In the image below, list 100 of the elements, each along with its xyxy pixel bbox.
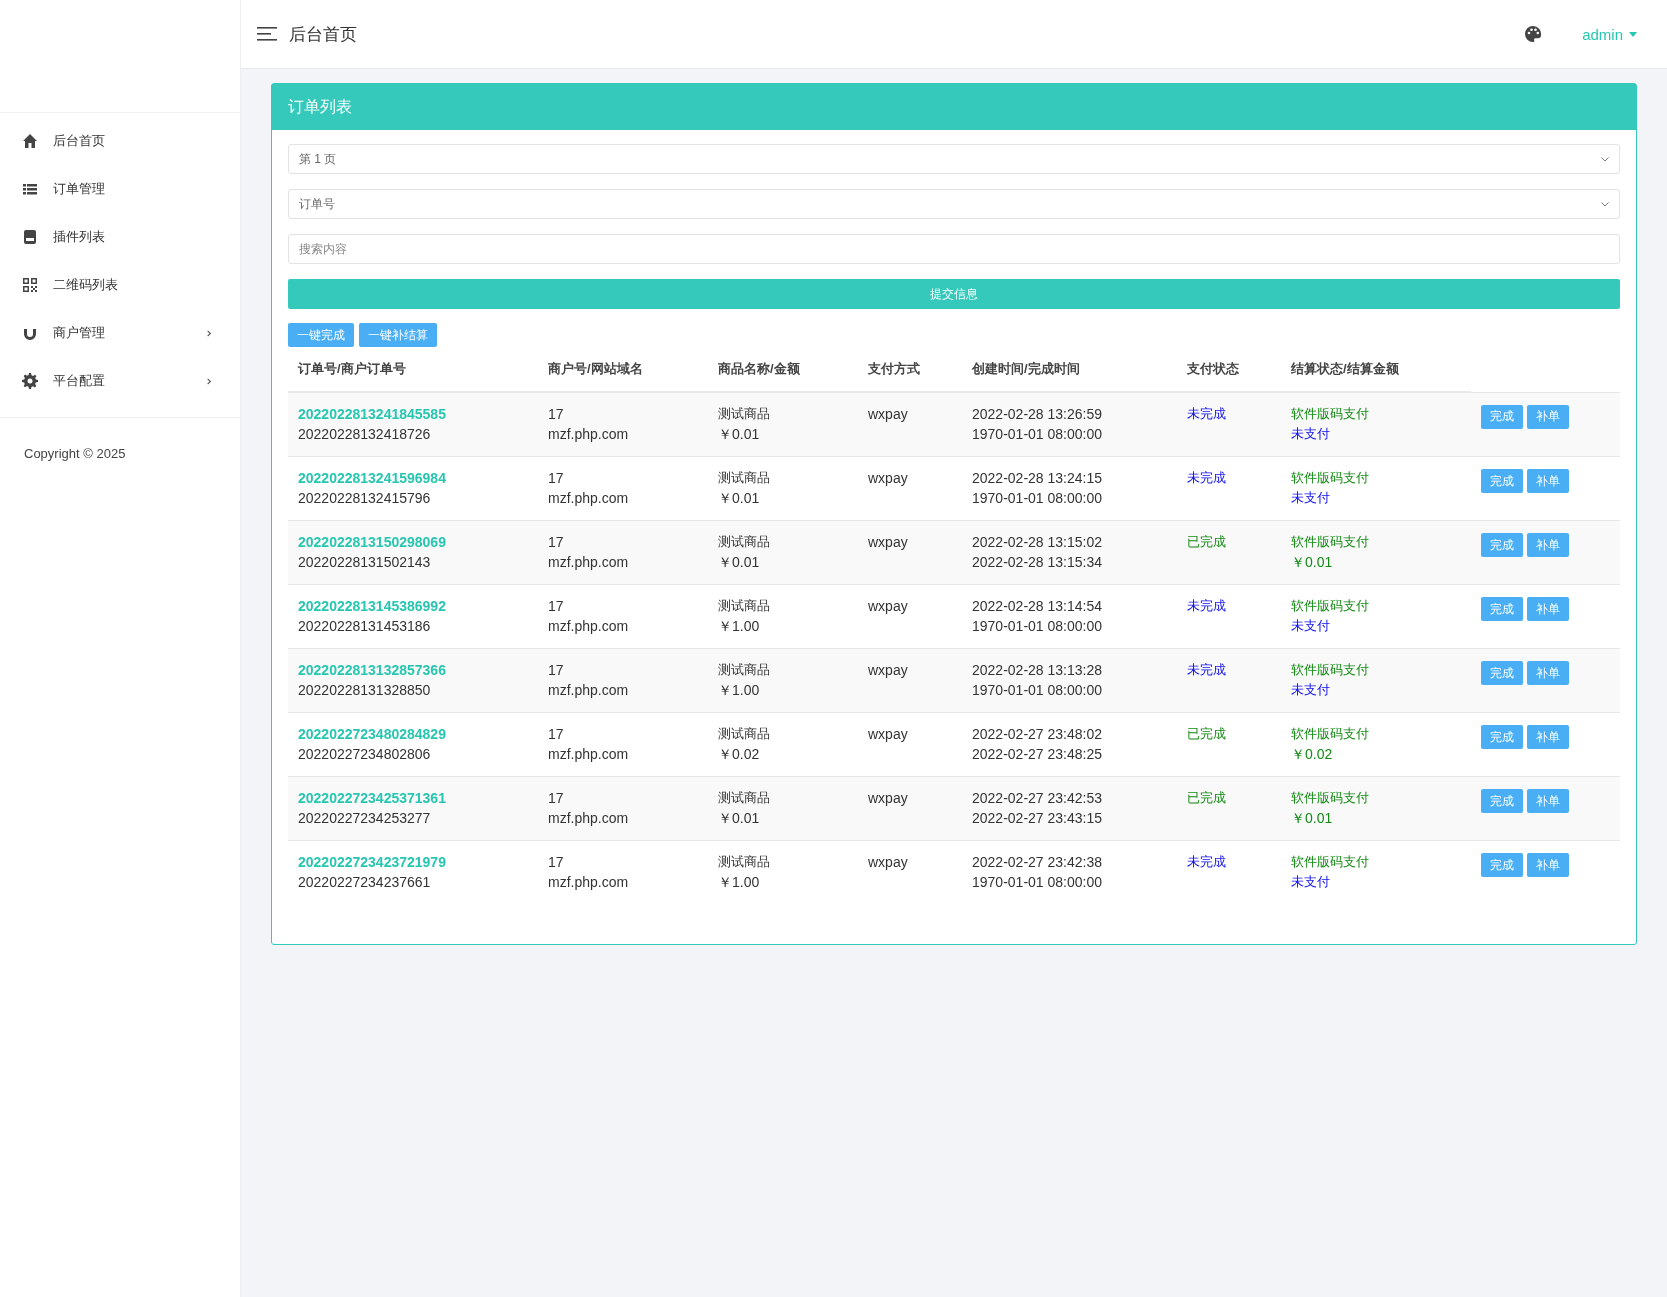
status-text: ￥0.01	[1291, 809, 1334, 828]
row-action-button[interactable]: 补单	[1527, 661, 1569, 685]
sidebar-item[interactable]: 插件列表	[0, 213, 240, 261]
table-cell-text: 2022-02-28 13:26:59	[972, 405, 1103, 424]
table-cell-text: 2022-02-27 23:42:53	[972, 789, 1103, 808]
table-cell-text: 软件版码支付	[1291, 661, 1370, 679]
table-cell-text: 2022-02-28 13:15:34	[972, 553, 1103, 572]
row-action-button[interactable]: 完成	[1481, 789, 1523, 813]
table-cell-text: 软件版码支付	[1291, 405, 1370, 423]
table-cell-text: 17	[548, 853, 565, 872]
user-menu[interactable]: admin	[1582, 25, 1637, 43]
chevron-right-icon	[206, 376, 212, 386]
status-text: 未完成	[1187, 661, 1227, 679]
sidebar-item[interactable]: 二维码列表	[0, 261, 240, 309]
row-action-button[interactable]: 补单	[1527, 404, 1569, 429]
caret-icon	[1629, 31, 1637, 37]
table-cell-text: mzf.php.com	[548, 681, 630, 700]
table-cell-text: mzf.php.com	[548, 489, 630, 508]
table-cell-text: ￥1.00	[718, 617, 761, 636]
search-field[interactable]: 搜索内容	[288, 234, 1620, 264]
table-cell-text: 测试商品	[718, 725, 771, 743]
table-cell-text: mzf.php.com	[548, 553, 630, 572]
status-text: ￥0.02	[1291, 745, 1334, 764]
dropdown[interactable]: 订单号	[288, 189, 1620, 219]
status-text: 未完成	[1187, 853, 1227, 871]
bulk-action-button[interactable]: 一键补结算	[359, 323, 437, 347]
submit-button[interactable]: 提交信息	[288, 279, 1620, 309]
table-cell-text: 17	[548, 469, 565, 488]
table-cell-text: 测试商品	[718, 533, 771, 551]
row-action-button[interactable]: 补单	[1527, 853, 1569, 877]
table-cell-text: 17	[548, 661, 565, 680]
table-cell-text: 17	[548, 405, 565, 424]
table-cell-text: 2022-02-28 13:13:28	[972, 661, 1103, 680]
order-link[interactable]: 2022022813150298069	[298, 532, 528, 552]
copyright-text: Copyright © 2025	[23, 445, 127, 463]
status-text: 已完成	[1187, 789, 1227, 807]
table-cell-text: 1970-01-01 08:00:00	[972, 425, 1103, 444]
table-cell-text: 2022-02-28 13:14:54	[972, 597, 1103, 616]
table-cell-text: 2022-02-27 23:48:02	[972, 725, 1103, 744]
sidebar-item[interactable]: 平台配置	[0, 357, 240, 405]
order-link[interactable]: 2022022813241845585	[298, 404, 528, 424]
table-cell-text: 测试商品	[718, 853, 771, 871]
row-action-button[interactable]: 完成	[1481, 725, 1523, 749]
menu-icon[interactable]	[257, 26, 277, 42]
table-cell-text: ￥0.01	[718, 489, 761, 508]
order-link[interactable]: 2022022813241596984	[298, 468, 528, 488]
table-cell-text: 测试商品	[718, 661, 771, 679]
table-cell-text: ￥0.01	[718, 553, 761, 572]
row-action-button[interactable]: 补单	[1527, 725, 1569, 749]
table-cell-text: 17	[548, 725, 565, 744]
order-link[interactable]: 2022022723423721979	[298, 852, 528, 872]
table-cell-text: 20220228132415796	[298, 489, 432, 508]
table-cell-text: 20220228132418726	[298, 425, 432, 444]
list-icon	[22, 181, 38, 197]
row-action-button[interactable]: 完成	[1481, 533, 1523, 557]
order-link[interactable]: 2022022813132857366	[298, 660, 528, 680]
table-cell-text: 1970-01-01 08:00:00	[972, 489, 1103, 508]
dropdown[interactable]: 第 1 页	[288, 144, 1620, 174]
sidebar-item[interactable]: 后台首页	[0, 117, 240, 165]
order-link[interactable]: 2022022723425371361	[298, 788, 528, 808]
row-action-button[interactable]: 完成	[1481, 853, 1523, 877]
table-cell-text: mzf.php.com	[548, 617, 630, 636]
row-action-button[interactable]: 完成	[1481, 404, 1523, 429]
status-text: 未支付	[1291, 425, 1331, 443]
table-cell-text: wxpay	[868, 725, 909, 744]
row-action-button[interactable]: 补单	[1527, 789, 1569, 813]
row-action-button[interactable]: 完成	[1481, 597, 1523, 621]
table-cell-text: 软件版码支付	[1291, 469, 1370, 487]
magnet-icon	[22, 325, 38, 341]
order-link[interactable]: 2022022813145386992	[298, 596, 528, 616]
table-cell-text: ￥1.00	[718, 681, 761, 700]
sidebar-item[interactable]: 商户管理	[0, 309, 240, 357]
row-action-button[interactable]: 补单	[1527, 597, 1569, 621]
table-cell-text: 测试商品	[718, 597, 771, 615]
row-action-button[interactable]: 完成	[1481, 469, 1523, 493]
table-cell-text: mzf.php.com	[548, 809, 630, 828]
sidebar-item[interactable]: 订单管理	[0, 165, 240, 213]
table-cell-text: 20220227234253277	[298, 809, 432, 828]
row-action-button[interactable]: 补单	[1527, 469, 1569, 493]
table-cell-text: 20220227234237661	[298, 873, 432, 892]
qr-code-icon	[22, 277, 38, 293]
settings-icon	[22, 373, 38, 389]
status-text: 未支付	[1291, 873, 1331, 891]
table-cell-text: wxpay	[868, 789, 909, 808]
status-text: ￥0.01	[1291, 553, 1334, 572]
panel-title: 订单列表	[272, 84, 1636, 130]
row-action-button[interactable]: 完成	[1481, 661, 1523, 685]
table-cell-text: 测试商品	[718, 789, 771, 807]
page-title: 后台首页	[289, 23, 358, 46]
table-cell-text: wxpay	[868, 533, 909, 552]
table-cell-text: 2022-02-27 23:43:15	[972, 809, 1103, 828]
table-cell-text: 17	[548, 533, 565, 552]
table-cell-text: 2022-02-28 13:15:02	[972, 533, 1103, 552]
calculator-icon	[22, 229, 38, 245]
table-cell-text: 20220228131502143	[298, 553, 432, 572]
status-text: 未支付	[1291, 681, 1331, 699]
bulk-action-button[interactable]: 一键完成	[288, 323, 354, 347]
row-action-button[interactable]: 补单	[1527, 533, 1569, 557]
table-cell-text: mzf.php.com	[548, 873, 630, 892]
order-link[interactable]: 2022022723480284829	[298, 724, 528, 744]
